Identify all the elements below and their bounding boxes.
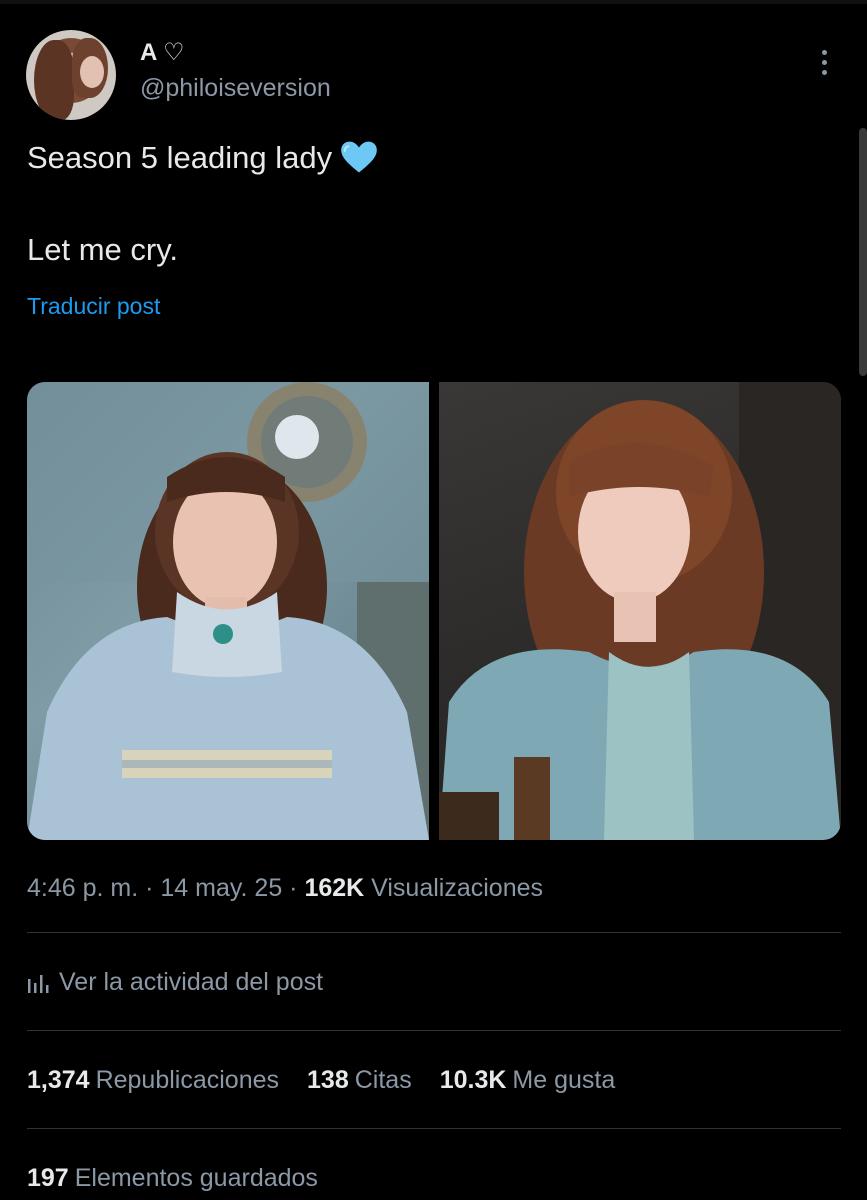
photo-2[interactable] bbox=[439, 382, 841, 840]
separator: · bbox=[138, 874, 161, 902]
divider bbox=[27, 1030, 841, 1031]
engagement-stats: 1,374 Republicaciones 138 Citas 10.3K Me gust… bbox=[27, 1066, 643, 1095]
media-gallery[interactable] bbox=[27, 382, 841, 840]
bookmarks-count: 197 bbox=[27, 1164, 69, 1192]
quotes-count: 138 bbox=[307, 1066, 349, 1094]
reposts-count: 1,374 bbox=[27, 1066, 90, 1094]
post-activity-link[interactable]: Ver la actividad del post bbox=[27, 968, 323, 997]
post-metadata: 4:46 p. m. · 14 may. 25 · 162K Visualiza… bbox=[27, 874, 543, 903]
photo-2-illustration bbox=[439, 382, 841, 840]
views-count: 162K bbox=[304, 874, 365, 902]
photo-1[interactable] bbox=[27, 382, 429, 840]
quotes-label: Citas bbox=[354, 1066, 412, 1094]
views-label: Visualizaciones bbox=[371, 874, 544, 902]
reposts-stat[interactable]: 1,374 Republicaciones bbox=[27, 1066, 279, 1095]
avatar-hair bbox=[34, 40, 74, 120]
reposts-label: Republicaciones bbox=[95, 1066, 280, 1094]
analytics-bars-icon bbox=[28, 975, 49, 993]
post-text: Season 5 leading lady bbox=[27, 140, 333, 175]
likes-label: Me gusta bbox=[512, 1066, 616, 1094]
likes-stat[interactable]: 10.3K Me gusta bbox=[440, 1066, 616, 1095]
post-date[interactable]: 14 may. 25 bbox=[160, 874, 282, 902]
post-text-line-2: Let me cry. bbox=[27, 232, 179, 267]
more-vertical-icon[interactable] bbox=[812, 50, 836, 82]
post-time[interactable]: 4:46 p. m. bbox=[27, 874, 138, 902]
translate-post-link[interactable]: Traducir post bbox=[27, 293, 160, 320]
separator: · bbox=[282, 874, 305, 902]
post-activity-label: Ver la actividad del post bbox=[59, 968, 324, 996]
display-name[interactable]: A ♡ bbox=[140, 38, 185, 67]
blue-heart-icon bbox=[341, 141, 377, 173]
avatar[interactable] bbox=[26, 30, 116, 120]
scrollbar[interactable] bbox=[859, 128, 867, 376]
bookmarks-stat[interactable]: 197 Elementos guardados bbox=[27, 1164, 318, 1193]
divider bbox=[27, 932, 841, 933]
post-text-line-1: Season 5 leading lady bbox=[27, 140, 378, 176]
likes-count: 10.3K bbox=[439, 1066, 507, 1094]
top-border bbox=[0, 0, 867, 4]
quotes-stat[interactable]: 138 Citas bbox=[307, 1066, 412, 1095]
bookmarks-label: Elementos guardados bbox=[74, 1164, 318, 1192]
divider bbox=[27, 1128, 841, 1129]
user-handle[interactable]: @philoiseversion bbox=[140, 74, 331, 103]
photo-1-illustration bbox=[27, 382, 429, 840]
avatar-face bbox=[80, 56, 104, 88]
